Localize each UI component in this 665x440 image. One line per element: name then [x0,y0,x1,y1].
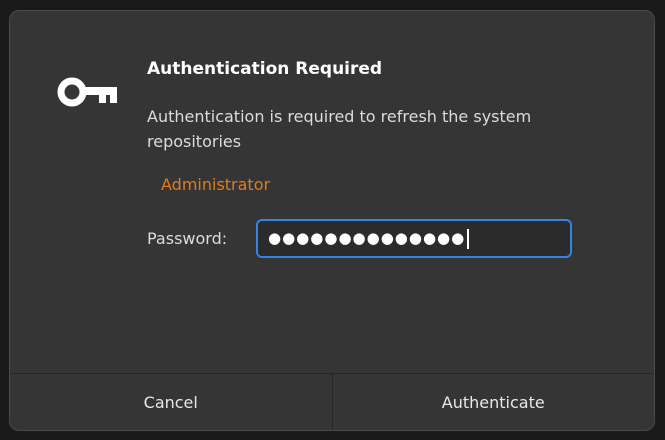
authenticate-button[interactable]: Authenticate [331,374,655,430]
user-name: Administrator [161,175,271,194]
key-icon [57,77,117,107]
dialog-title: Authentication Required [147,59,383,79]
button-bar: Cancel Authenticate [10,373,654,430]
text-caret [467,228,470,249]
dialog-message: Authentication is required to refresh th… [147,107,532,151]
password-input[interactable]: ●●●●●●●●●●●●●● [256,219,572,258]
password-value: ●●●●●●●●●●●●●● [268,229,466,247]
authentication-dialog: Authentication Required Authentication i… [9,10,655,431]
cancel-button[interactable]: Cancel [10,374,332,430]
password-label: Password: [147,229,228,248]
